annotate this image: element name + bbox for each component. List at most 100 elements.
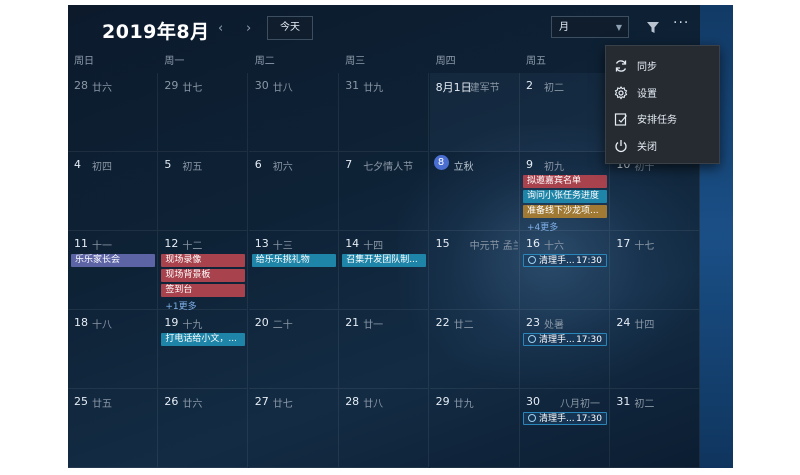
day-cell[interactable]: 30 八月初一 清理手... 17:30	[520, 389, 610, 468]
day-number: 28	[345, 395, 360, 408]
day-cell[interactable]: 29 廿九	[429, 389, 520, 468]
event-chip[interactable]: 给乐乐挑礼物	[251, 254, 336, 267]
day-number: 15	[435, 237, 450, 250]
day-number: 21	[345, 316, 360, 329]
menu-item-label: 关闭	[637, 141, 657, 153]
day-cell[interactable]: 13 十三 给乐乐挑礼物	[248, 231, 339, 310]
day-cell[interactable]: 14 十四 召集开发团队制...	[339, 231, 430, 310]
menu-item[interactable]: 设置	[606, 79, 719, 105]
day-number: 5	[164, 158, 172, 171]
day-cell[interactable]: 8月1日 建军节	[429, 73, 520, 152]
lunar-date: 十九	[182, 320, 203, 331]
month-title: 2019年8月	[102, 21, 210, 43]
day-cell[interactable]: 24 廿四	[610, 310, 701, 389]
weekday-label: 周五	[526, 56, 546, 67]
day-cell[interactable]: 30 廿八	[248, 73, 339, 152]
event-chip[interactable]: 清理手... 17:30	[523, 254, 607, 267]
settings-icon	[614, 85, 628, 99]
event-time: 17:30	[576, 335, 602, 345]
menu-item-label: 同步	[637, 62, 657, 73]
lunar-date: 十二	[182, 241, 203, 252]
day-cell[interactable]: 27 廿七	[248, 389, 339, 468]
day-cell[interactable]: 25 廿五	[68, 389, 158, 468]
lunar-date: 中元节 孟兰...	[469, 241, 518, 252]
lunar-date: 廿六	[92, 83, 112, 94]
day-number: 26	[164, 395, 179, 408]
event-chip[interactable]: 现场背景板	[161, 269, 246, 282]
lunar-date: 七夕情人节	[363, 162, 414, 173]
day-number: 29	[435, 395, 450, 408]
day-number: 17	[616, 237, 631, 250]
prev-month-button[interactable]: ‹	[218, 21, 223, 36]
event-chip[interactable]: 打电话给小文，...	[161, 333, 246, 346]
event-chip[interactable]: 拟邀嘉宾名单	[523, 175, 607, 188]
recurring-icon	[528, 255, 536, 264]
event-title: 准备线下沙龙项...	[527, 206, 599, 216]
event-chip[interactable]: 签到台	[161, 284, 246, 297]
day-cell[interactable]: 31 廿九	[339, 73, 430, 152]
event-chip[interactable]: 召集开发团队制...	[342, 254, 427, 267]
view-select[interactable]: 月 ▼	[551, 16, 629, 38]
event-chip[interactable]: 清理手... 17:30	[523, 412, 607, 425]
day-cell[interactable]: 7 七夕情人节	[339, 152, 430, 231]
day-cell[interactable]: 28 廿六	[68, 73, 158, 152]
event-chip[interactable]: 乐乐家长会	[71, 254, 155, 267]
day-cell[interactable]: 31 初二	[610, 389, 701, 468]
event-chip[interactable]: 准备线下沙龙项...	[523, 205, 607, 218]
day-number: 14	[345, 237, 360, 250]
day-cell[interactable]: 19 十九 打电话给小文，...	[158, 310, 249, 389]
event-chip[interactable]: 清理手... 17:30	[523, 333, 607, 346]
menu-item[interactable]: 安排任务	[606, 105, 719, 131]
day-cell[interactable]: 22 廿二	[429, 310, 520, 389]
event-title: 清理手...	[539, 256, 575, 266]
day-cell[interactable]: 26 廿六	[158, 389, 249, 468]
lunar-date: 廿一	[363, 320, 384, 331]
day-cell[interactable]: 5 初五	[158, 152, 249, 231]
day-cell[interactable]: 29 廿七	[158, 73, 249, 152]
next-month-button[interactable]: ›	[246, 21, 251, 36]
day-cell[interactable]: 4 初四	[68, 152, 158, 231]
day-cell[interactable]: 18 十八	[68, 310, 158, 389]
lunar-date: 十七	[634, 241, 655, 252]
event-title: 召集开发团队制...	[346, 255, 418, 265]
today-button[interactable]: 今天	[267, 16, 313, 40]
lunar-date: 廿四	[634, 320, 655, 331]
day-cell[interactable]: 17 十七	[610, 231, 701, 310]
day-cell[interactable]: 11 十一 乐乐家长会	[68, 231, 158, 310]
day-cell[interactable]: 16 十六 清理手... 17:30	[520, 231, 610, 310]
day-cell[interactable]: 23 处暑 清理手... 17:30	[520, 310, 610, 389]
weekday-label: 周三	[345, 56, 366, 67]
day-number: 24	[616, 316, 631, 329]
recurring-icon	[528, 334, 536, 343]
event-chip[interactable]: 询问小张任务进度	[523, 190, 607, 203]
lunar-date: 十八	[92, 320, 112, 331]
weekday-label: 周二	[254, 56, 275, 67]
day-number: 16	[526, 237, 540, 250]
dropdown-menu: 同步设置 安排任务关闭	[605, 45, 720, 164]
event-title: 签到台	[165, 285, 193, 295]
day-cell[interactable]: 20 二十	[248, 310, 339, 389]
event-title: 拟邀嘉宾名单	[527, 176, 582, 186]
event-title: 打电话给小文，...	[165, 334, 237, 344]
lunar-date: 廿二	[453, 320, 474, 331]
weekday-label: 周四	[435, 56, 456, 67]
day-number: 31	[616, 395, 631, 408]
day-cell[interactable]: 8 立秋	[429, 152, 520, 231]
day-cell[interactable]: 6 初六	[248, 152, 339, 231]
day-number: 9	[526, 158, 533, 171]
day-cell[interactable]: 28 廿八	[339, 389, 430, 468]
more-menu-button[interactable]: ···	[673, 15, 689, 31]
menu-item[interactable]: 同步	[606, 52, 719, 78]
day-cell[interactable]: 9 初九 拟邀嘉宾名单 询问小张任务进度 准备线下沙龙项... +4更多	[520, 152, 610, 233]
filter-icon[interactable]	[647, 19, 659, 38]
day-cell[interactable]: 2 初二	[520, 73, 610, 152]
day-cell[interactable]: 21 廿一	[339, 310, 430, 389]
day-cell[interactable]: 12 十二 现场录像 现场背景板 签到台 +1更多	[158, 231, 249, 312]
lunar-date: 初二	[634, 399, 655, 410]
day-cell[interactable]: 15 中元节 孟兰...	[429, 231, 520, 310]
lunar-date: 初五	[182, 162, 203, 173]
event-chip[interactable]: 现场录像	[161, 254, 246, 267]
lunar-date: 初二	[544, 83, 564, 94]
menu-item[interactable]: 关闭	[606, 132, 719, 158]
day-number: 6	[254, 158, 262, 171]
